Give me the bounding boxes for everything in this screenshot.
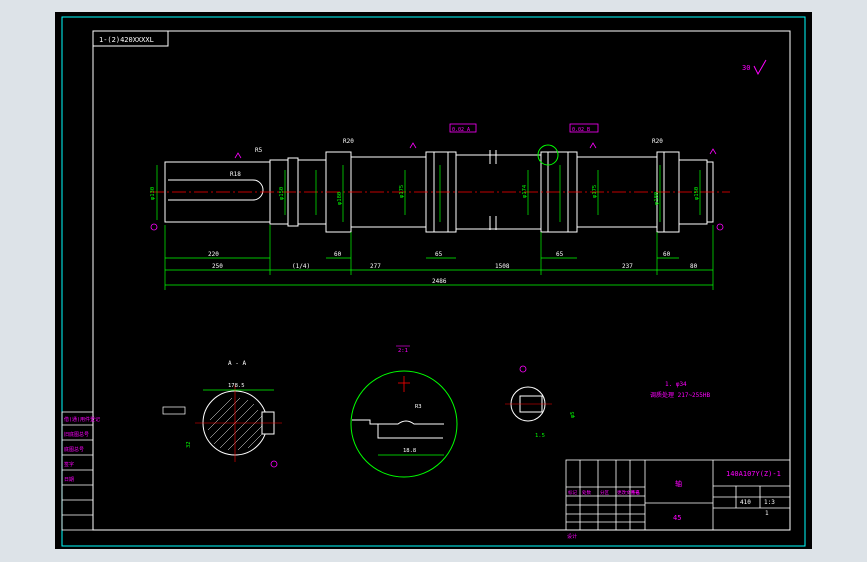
svg-text:φ150: φ150 — [694, 187, 700, 200]
title-weight: 410 — [740, 499, 751, 506]
svg-text:底图总号: 底图总号 — [64, 446, 84, 453]
dim-total: 2486 — [432, 278, 447, 285]
dim-seg-4: 1508 — [495, 263, 510, 270]
svg-text:φ180: φ180 — [337, 192, 343, 205]
svg-text:处数: 处数 — [582, 489, 591, 496]
svg-text:R18: R18 — [230, 171, 241, 178]
title-drawn-by: 设计 — [567, 533, 577, 540]
cad-drawing: 1-(2)420XXXXL 30 借(通)用件登记 旧底图总号 底图总号 签字 … — [55, 12, 812, 549]
section-a-dim-2: 32 — [186, 441, 192, 448]
dim-seg-1: 250 — [212, 263, 223, 270]
dim-seg-3: 277 — [370, 263, 381, 270]
svg-text:φ130: φ130 — [150, 187, 156, 200]
detail-dim-1: 18.8 — [403, 448, 416, 454]
detail-dim-2: R3 — [415, 404, 422, 410]
svg-text:0.02 A: 0.02 A — [452, 127, 470, 133]
svg-text:φ175: φ175 — [399, 185, 405, 198]
section-a-dim-1: 178.5 — [228, 383, 245, 389]
title-material: 45 — [673, 514, 681, 522]
svg-text:标记: 标记 — [568, 489, 577, 496]
drawing-number-text: 1-(2)420XXXXL — [99, 36, 154, 44]
dim-seg-5: 237 — [622, 263, 633, 270]
dim-keyway: 220 — [208, 251, 219, 258]
title-part-name: 轴 — [675, 479, 682, 488]
tech-note-2: 调质处理 217~255HB — [650, 391, 711, 399]
detail-b-dim-1: φ5 — [570, 411, 576, 418]
roughness-note: 30 — [742, 64, 750, 72]
svg-text:R20: R20 — [652, 138, 663, 145]
dim-right-shoulder: 60 — [663, 251, 671, 258]
dim-bearing-right: 65 — [556, 251, 564, 258]
svg-text:φ174: φ174 — [522, 184, 528, 198]
title-sheet: 1 — [765, 510, 769, 517]
dim-seg-6: 80 — [690, 263, 698, 270]
svg-text:签名: 签名 — [631, 489, 640, 496]
svg-text:旧底图总号: 旧底图总号 — [64, 431, 89, 438]
svg-text:φ180: φ180 — [654, 192, 660, 205]
svg-text:0.02 B: 0.02 B — [572, 127, 590, 133]
svg-text:分区: 分区 — [600, 489, 609, 496]
dim-bearing-left: 65 — [435, 251, 443, 258]
svg-text:φ175: φ175 — [592, 185, 598, 198]
detail-scale: 2:1 — [398, 348, 408, 354]
svg-text:签字: 签字 — [64, 461, 74, 468]
section-a-label: A - A — [228, 360, 246, 367]
detail-b-dim-2: 1.5 — [535, 433, 545, 439]
title-scale: 1:3 — [764, 499, 775, 506]
title-drawing-code: 140A107Y(Z)-1 — [726, 470, 781, 478]
dim-seg-2: (1/4) — [292, 263, 310, 270]
dim-left-shoulder: 60 — [334, 251, 342, 258]
svg-text:借(通)用件登记: 借(通)用件登记 — [64, 416, 100, 423]
svg-text:R5: R5 — [255, 147, 263, 154]
svg-text:日期: 日期 — [64, 477, 74, 483]
svg-text:R20: R20 — [343, 138, 354, 145]
tech-note-1: 1. φ34 — [665, 381, 687, 388]
svg-text:φ150: φ150 — [279, 187, 285, 200]
